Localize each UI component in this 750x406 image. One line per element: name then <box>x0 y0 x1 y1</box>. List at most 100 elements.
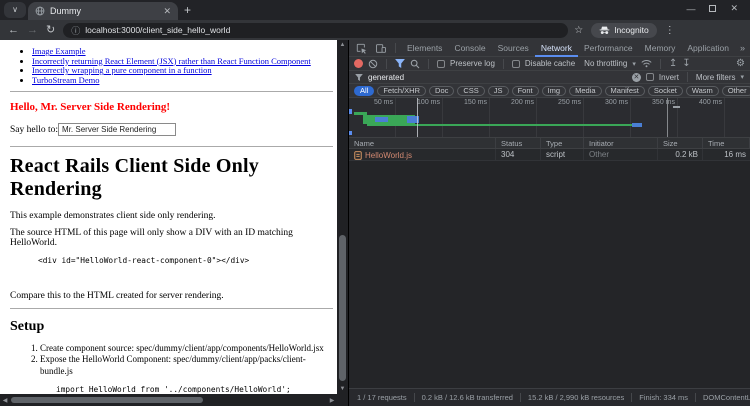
site-info-icon[interactable]: ⓘ <box>71 24 80 37</box>
type-filter-pill[interactable]: Socket <box>648 86 683 96</box>
minimize-button[interactable]: — <box>686 4 695 14</box>
more-filters-button[interactable]: More filters <box>696 73 736 82</box>
import-har-icon[interactable]: ↥ <box>669 59 677 69</box>
devtools-tab[interactable]: Elements <box>401 40 448 57</box>
waterfall-bar <box>632 123 642 127</box>
devtools-tab[interactable]: Network <box>535 40 578 57</box>
divider <box>428 59 429 69</box>
incognito-badge: Incognito <box>591 23 657 38</box>
disable-cache-checkbox[interactable] <box>512 60 520 68</box>
window-close-button[interactable]: ✕ <box>730 3 738 14</box>
column-header[interactable]: Name <box>349 138 496 148</box>
tab-close-icon[interactable]: ✕ <box>163 6 171 17</box>
devtools-tab[interactable]: Application <box>681 40 735 57</box>
inspect-element-icon[interactable] <box>353 43 370 54</box>
type-filter-pill[interactable]: Font <box>512 86 539 96</box>
globe-favicon-icon <box>35 6 45 16</box>
chevron-down-icon: ▾ <box>632 60 636 68</box>
horizontal-scrollbar[interactable]: ◀ ▶ <box>0 394 337 406</box>
scroll-down-icon[interactable]: ▼ <box>337 386 348 392</box>
type-filter-pill[interactable]: All <box>354 86 374 96</box>
timeline-tick-label: 400 ms <box>678 98 725 137</box>
type-filter-pill[interactable]: Other <box>722 86 750 96</box>
clear-icon[interactable] <box>368 59 378 69</box>
type-filter-pill[interactable]: Doc <box>429 86 454 96</box>
demo-link[interactable]: TurboStream Demo <box>32 75 99 85</box>
type-filter-pill[interactable]: JS <box>488 86 509 96</box>
column-header[interactable]: Type <box>541 138 584 148</box>
browser-toolbar: ← → ↻ ⓘ localhost:3000/client_side_hello… <box>0 20 750 40</box>
demo-link-list: Image ExampleIncorrectly returning React… <box>10 47 333 85</box>
export-har-icon[interactable]: ↧ <box>682 59 690 69</box>
clear-filter-icon[interactable]: ✕ <box>632 73 641 82</box>
url-text: localhost:3000/client_side_hello_world <box>85 25 230 35</box>
network-settings-icon[interactable]: ⚙ <box>736 59 745 69</box>
type-filter-pill[interactable]: Media <box>569 86 601 96</box>
devtools-tab[interactable]: Sources <box>492 40 535 57</box>
demo-link[interactable]: Incorrectly wrapping a pure component in… <box>32 65 212 75</box>
window-controls: — ✕ <box>686 3 750 20</box>
reload-button[interactable]: ↻ <box>46 25 55 36</box>
demo-link[interactable]: Incorrectly returning React Element (JSX… <box>32 56 311 66</box>
device-toolbar-icon[interactable] <box>372 43 390 54</box>
bookmark-star-icon[interactable]: ☆ <box>574 25 583 36</box>
filter-toggle-icon[interactable] <box>395 59 405 68</box>
scroll-right-icon[interactable]: ▶ <box>327 397 337 404</box>
type-filter-pill[interactable]: CSS <box>457 86 484 96</box>
column-header[interactable]: Size <box>658 138 703 148</box>
column-header[interactable]: Initiator <box>584 138 658 148</box>
devtools-tabs: ElementsConsoleSourcesNetworkPerformance… <box>401 40 735 57</box>
forward-button[interactable]: → <box>27 25 38 36</box>
type-filter-pill[interactable]: Fetch/XHR <box>377 86 426 96</box>
divider <box>395 43 396 53</box>
status-segment: 15.2 kB / 2,990 kB resources <box>520 393 631 402</box>
more-tabs-icon[interactable]: » <box>737 43 748 53</box>
column-header[interactable]: Time <box>703 138 750 148</box>
divider <box>503 59 504 69</box>
search-icon[interactable] <box>410 59 420 69</box>
maximize-button[interactable] <box>709 5 716 12</box>
setup-step: Create component source: spec/dummy/clie… <box>40 343 333 354</box>
type-filter-pill[interactable]: Img <box>542 86 567 96</box>
overview-handle[interactable] <box>349 131 352 135</box>
request-status: 304 <box>496 149 541 160</box>
timeline-tick-label: 250 ms <box>537 98 584 137</box>
new-tab-button[interactable]: + <box>184 3 191 17</box>
demo-link[interactable]: Image Example <box>32 46 86 56</box>
network-timeline-overview[interactable]: 50 ms100 ms150 ms200 ms250 ms300 ms350 m… <box>349 98 750 138</box>
invert-checkbox[interactable] <box>646 73 654 81</box>
type-filter-pill[interactable]: Manifest <box>605 86 645 96</box>
scroll-up-icon[interactable]: ▲ <box>337 42 348 48</box>
divider <box>10 308 333 309</box>
overview-handle[interactable] <box>349 109 352 114</box>
column-header[interactable]: Status <box>496 138 541 148</box>
timeline-tick-label: 150 ms <box>443 98 490 137</box>
name-input[interactable] <box>58 123 176 136</box>
address-bar[interactable]: ⓘ localhost:3000/client_side_hello_world <box>63 23 568 38</box>
scroll-left-icon[interactable]: ◀ <box>0 397 10 404</box>
waterfall-bar <box>367 124 638 126</box>
paragraph: Compare this to the HTML created for ser… <box>10 291 333 301</box>
chrome-menu-icon[interactable]: ⋮ <box>665 25 677 36</box>
horizontal-scroll-thumb[interactable] <box>11 397 203 403</box>
vertical-scrollbar[interactable]: ▲ ▼ <box>337 40 348 406</box>
devtools-tab[interactable]: Memory <box>639 40 682 57</box>
network-request-row[interactable]: HelloWorld.js 304 script Other 0.2 kB 16… <box>349 149 750 161</box>
tab-search-button[interactable]: ∨ <box>4 2 26 18</box>
network-conditions-icon[interactable] <box>641 59 652 68</box>
devtools-tab-bar: ElementsConsoleSourcesNetworkPerformance… <box>349 40 750 57</box>
throttling-select[interactable]: No throttling <box>584 59 627 68</box>
overview-drag-handle[interactable] <box>673 106 680 108</box>
devtools-tab[interactable]: Performance <box>578 40 639 57</box>
type-filter-pill[interactable]: Wasm <box>686 86 719 96</box>
devtools-tab[interactable]: Console <box>448 40 491 57</box>
preserve-log-checkbox[interactable] <box>437 60 445 68</box>
chevron-down-icon: ▾ <box>740 73 744 81</box>
vertical-scroll-thumb[interactable] <box>339 235 346 381</box>
browser-tab[interactable]: Dummy ✕ <box>28 2 178 20</box>
timeline-tick-label: 200 ms <box>490 98 537 137</box>
record-icon[interactable] <box>354 59 363 68</box>
back-button[interactable]: ← <box>8 25 19 36</box>
filter-input[interactable]: generated ✕ <box>368 73 641 82</box>
setup-steps: Create component source: spec/dummy/clie… <box>10 343 333 377</box>
